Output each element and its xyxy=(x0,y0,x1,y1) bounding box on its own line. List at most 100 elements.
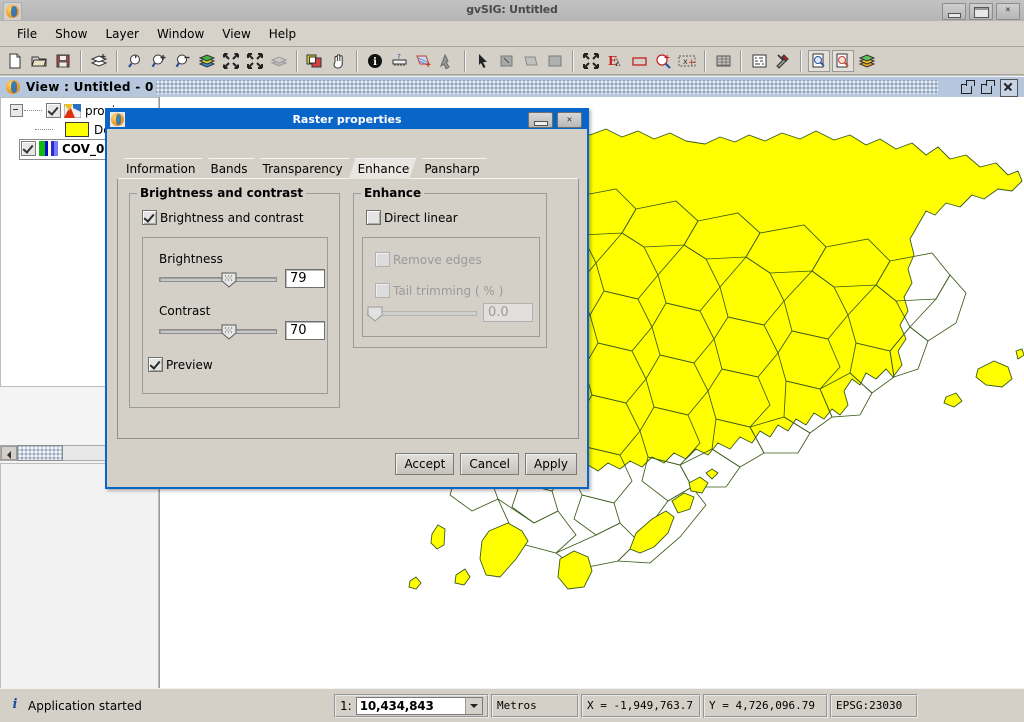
tab-transparency[interactable]: Transparency xyxy=(254,158,350,179)
brightness-slider[interactable] xyxy=(159,272,277,288)
contrast-label: Contrast xyxy=(159,304,211,318)
dialog-window-controls: ✕ xyxy=(528,112,582,128)
tail-trimming-value-field: 0.0 xyxy=(483,303,533,322)
minimize-button[interactable] xyxy=(942,3,966,20)
layer-visibility-checkbox[interactable] xyxy=(21,141,36,156)
window-controls: ✕ xyxy=(942,3,1020,20)
select-poly-icon xyxy=(520,50,542,72)
menu-view[interactable]: View xyxy=(213,24,259,44)
scale-combobox[interactable]: 10,434,843 xyxy=(355,696,483,715)
tools-icon[interactable] xyxy=(772,50,794,72)
svg-text:λ: λ xyxy=(615,59,621,69)
menu-window[interactable]: Window xyxy=(148,24,213,44)
maximize-button[interactable] xyxy=(969,3,993,20)
tab-pansharp[interactable]: Pansharp xyxy=(415,158,486,179)
units-display: Metros xyxy=(491,693,579,718)
chevron-down-icon[interactable] xyxy=(465,697,482,714)
accept-button[interactable]: Accept xyxy=(395,453,455,475)
open-folder-icon[interactable] xyxy=(28,50,50,72)
preview-checkbox[interactable]: Preview xyxy=(148,357,213,372)
coordinate-icon[interactable]: x + xyxy=(676,50,698,72)
slider-thumb[interactable] xyxy=(221,272,237,288)
expand-collapse-icon[interactable] xyxy=(10,104,23,117)
print-icon[interactable] xyxy=(832,49,854,72)
frame-icon[interactable] xyxy=(304,50,326,72)
status-message-area: Application started xyxy=(4,695,334,717)
search-select-icon[interactable] xyxy=(652,50,674,72)
toolbar: i ? E λ x + xyxy=(0,47,1024,75)
contrast-slider[interactable] xyxy=(159,324,277,340)
layers-icon[interactable] xyxy=(856,50,878,72)
brightness-contrast-inner-panel: Brightness 79 Contrast 70 Preview xyxy=(142,237,328,394)
new-document-icon[interactable] xyxy=(4,50,26,72)
checkbox-label: Brightness and contrast xyxy=(160,210,304,225)
zoom-disabled-icon xyxy=(268,50,290,72)
measure-area-icon[interactable]: ? xyxy=(388,50,410,72)
checkbox-label: Direct linear xyxy=(384,210,458,225)
checkbox-label: Preview xyxy=(166,357,213,372)
window-title: gvSIG: Untitled xyxy=(466,3,558,16)
gvsig-application-window: gvSIG: Untitled ✕ File Show Layer Window… xyxy=(0,0,1024,722)
close-button[interactable]: ✕ xyxy=(996,3,1020,20)
direct-linear-checkbox[interactable]: Direct linear xyxy=(366,210,458,225)
remove-edges-checkbox: Remove edges xyxy=(375,252,482,267)
toc-lower-panel xyxy=(0,463,159,689)
raster-properties-dialog: Raster properties ✕ Information Bands Tr… xyxy=(105,108,589,489)
add-layer-icon[interactable] xyxy=(88,50,110,72)
pan-hand-icon[interactable] xyxy=(328,50,350,72)
checkbox-label: Remove edges xyxy=(393,252,482,267)
brightness-contrast-group: Brightness and contrast Brightness and c… xyxy=(129,186,340,408)
zoom-previous-icon[interactable] xyxy=(124,50,146,72)
zoom-extent-icon[interactable] xyxy=(244,50,266,72)
menu-file[interactable]: File xyxy=(8,24,46,44)
y-coordinate-display: Y = 4,726,096.79 xyxy=(703,693,828,718)
scroll-left-arrow-icon[interactable] xyxy=(1,446,17,460)
dialog-close-button[interactable]: ✕ xyxy=(557,112,582,128)
zoom-selection-icon[interactable] xyxy=(580,50,602,72)
cancel-button[interactable]: Cancel xyxy=(460,453,519,475)
dialog-minimize-button[interactable] xyxy=(528,112,553,128)
tab-content-enhance: Brightness and contrast Brightness and c… xyxy=(117,178,579,439)
projection-display: EPSG:23030 xyxy=(830,693,918,718)
save-icon[interactable] xyxy=(52,50,74,72)
view-close-button[interactable] xyxy=(1000,79,1018,97)
print-preview-icon[interactable] xyxy=(808,49,830,72)
x-coordinate-display: X = -1,949,763.7 xyxy=(581,693,701,718)
zoom-out-icon[interactable] xyxy=(172,50,194,72)
select-area-icon[interactable] xyxy=(412,50,434,72)
y-coordinate-value: Y = 4,726,096.79 xyxy=(709,699,815,712)
tab-enhance[interactable]: Enhance xyxy=(349,158,417,179)
rectangle-select-icon[interactable] xyxy=(628,50,650,72)
brightness-contrast-enable-checkbox[interactable]: Brightness and contrast xyxy=(142,210,304,225)
expression-select-icon[interactable]: Eλ xyxy=(604,50,626,72)
view-drag-grip[interactable] xyxy=(156,80,938,94)
brightness-value-field[interactable]: 79 xyxy=(285,269,325,288)
view-restore-button[interactable] xyxy=(960,79,976,95)
layer-visibility-checkbox[interactable] xyxy=(46,103,61,118)
pointer-icon[interactable] xyxy=(472,50,494,72)
info-icon[interactable]: i xyxy=(364,50,386,72)
scrollbar-thumb[interactable] xyxy=(17,445,63,461)
raster-rgb-icon xyxy=(39,141,58,156)
info-icon xyxy=(8,697,22,713)
view-maximize-button[interactable] xyxy=(980,79,996,95)
brightness-value: 79 xyxy=(290,271,307,286)
svg-text:i: i xyxy=(373,57,377,68)
tab-information[interactable]: Information xyxy=(117,158,202,179)
scale-control: 1: 10,434,843 xyxy=(334,693,489,718)
tab-bands[interactable]: Bands xyxy=(201,158,254,179)
view-title-label: View : Untitled - 0 xyxy=(26,80,154,94)
projection-value: EPSG:23030 xyxy=(836,699,903,712)
table-icon[interactable] xyxy=(712,50,734,72)
locator-icon xyxy=(436,50,458,72)
zoom-in-icon[interactable] xyxy=(148,50,170,72)
menu-layer[interactable]: Layer xyxy=(96,24,147,44)
menu-show[interactable]: Show xyxy=(46,24,96,44)
contrast-value-field[interactable]: 70 xyxy=(285,321,325,340)
legend-icon[interactable] xyxy=(748,50,770,72)
slider-thumb[interactable] xyxy=(221,324,237,340)
menu-help[interactable]: Help xyxy=(260,24,305,44)
zoom-layer-icon[interactable] xyxy=(196,50,218,72)
zoom-full-icon[interactable] xyxy=(220,50,242,72)
apply-button[interactable]: Apply xyxy=(525,453,577,475)
